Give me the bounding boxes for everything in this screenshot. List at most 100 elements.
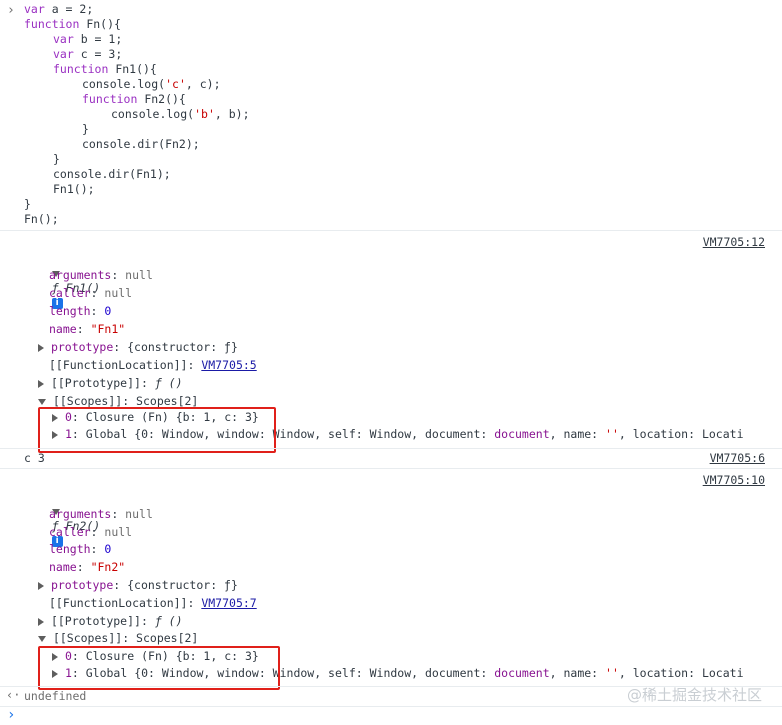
code-line: } — [82, 122, 89, 137]
code-line: function Fn2(){ — [82, 92, 186, 107]
log-message: c 3 — [24, 451, 45, 465]
console-input[interactable] — [22, 707, 762, 723]
property-row-expanded[interactable]: [[Scopes]]: Scopes[2] — [38, 631, 782, 646]
property-value: null — [104, 286, 133, 300]
code-text: } — [53, 152, 60, 166]
console-input-prompt-icon[interactable]: › — [7, 707, 15, 723]
property-value: '' — [605, 427, 619, 441]
property-row: [[FunctionLocation]]: VM7705:5 — [49, 358, 782, 373]
expand-triangle-icon[interactable] — [38, 398, 46, 405]
code-line: Fn(); — [24, 212, 59, 227]
function-location-link[interactable]: VM7705:5 — [201, 358, 256, 372]
property-row: caller: null — [49, 286, 133, 300]
property-value: , name: — [549, 666, 606, 680]
code-text: Fn2(){ — [137, 92, 186, 106]
code-text: console.dir(Fn2); — [82, 137, 200, 151]
property-row-expandable[interactable]: [[Prototype]]: ƒ () — [38, 376, 782, 391]
code-string: 'b' — [194, 107, 215, 121]
code-text: b = 1; — [73, 32, 123, 46]
object-header[interactable]: ƒ Fn1() i — [24, 251, 782, 309]
console-entry-log-c: c 3 VM7705:6 — [0, 450, 782, 468]
property-value: {constructor: ƒ} — [127, 578, 238, 592]
property-key: [[Prototype]] — [50, 376, 141, 390]
property-key: name — [49, 560, 77, 574]
property-row: arguments: null — [49, 507, 153, 521]
property-row: caller: null — [49, 525, 133, 539]
expand-triangle-icon[interactable] — [38, 379, 44, 388]
property-value: ƒ () — [154, 614, 183, 628]
expand-triangle-icon[interactable] — [38, 617, 44, 626]
highlight-box — [38, 646, 280, 690]
property-key: [[Scopes]] — [52, 631, 123, 645]
source-link[interactable]: VM7705:6 — [710, 451, 765, 465]
code-text: ; — [86, 2, 94, 16]
code-line: console.dir(Fn2); — [82, 137, 200, 152]
property-value: , name: — [549, 427, 606, 441]
object-header[interactable]: ƒ Fn2() i — [24, 489, 782, 547]
code-keyword: function — [24, 17, 80, 31]
property-value: , location: Locati — [618, 427, 744, 441]
code-keyword: var — [24, 2, 45, 16]
code-string: 'c' — [165, 77, 186, 91]
code-line: var c = 3; — [53, 47, 122, 62]
code-text: console.log( — [82, 77, 166, 91]
expand-triangle-icon[interactable] — [38, 581, 44, 590]
property-value: {constructor: ƒ} — [127, 340, 238, 354]
divider — [0, 448, 782, 449]
property-row: name: "Fn1" — [49, 322, 126, 336]
property-key: caller — [49, 525, 91, 539]
code-text: , b); — [214, 107, 250, 121]
property-key: [[FunctionLocation]]: — [49, 358, 202, 372]
property-key: arguments — [49, 268, 112, 282]
property-value: , location: Locati — [618, 666, 744, 680]
property-key: prototype — [50, 578, 114, 592]
property-value: '' — [605, 666, 619, 680]
property-row-expandable[interactable]: [[Prototype]]: ƒ () — [38, 614, 782, 629]
code-line: console.log('c', c); — [82, 77, 221, 92]
property-row-expandable[interactable]: prototype: {constructor: ƒ} — [38, 578, 782, 593]
property-row: name: "Fn2" — [49, 560, 126, 574]
code-text: console.log( — [111, 107, 195, 121]
code-text: console.dir(Fn1); — [53, 167, 171, 181]
code-text: c = 3; — [73, 47, 123, 61]
source-link[interactable]: VM7705:12 — [703, 235, 765, 249]
code-text: } — [24, 197, 31, 211]
property-value: 0 — [104, 542, 112, 556]
code-text: Fn(){ — [79, 17, 121, 31]
code-text: Fn(); — [24, 212, 59, 226]
property-value: "Fn1" — [90, 322, 126, 336]
code-line: function Fn1(){ — [53, 62, 157, 77]
property-value: document — [494, 427, 550, 441]
property-value: "Fn2" — [90, 560, 126, 574]
property-key: [[Scopes]] — [52, 394, 123, 408]
highlight-box — [38, 407, 276, 453]
code-keyword: function — [53, 62, 109, 76]
code-line: function Fn(){ — [24, 17, 121, 32]
code-text: } — [82, 122, 89, 136]
code-input-block[interactable]: var a = 2; function Fn(){var b = 1; var c … — [0, 2, 782, 228]
watermark: @稀土掘金技术社区 — [626, 686, 762, 704]
property-value: Scopes[2] — [136, 394, 199, 408]
property-row: length: 0 — [49, 542, 112, 556]
property-key: [[FunctionLocation]]: — [49, 596, 202, 610]
property-value: null — [125, 268, 153, 282]
property-key: prototype — [50, 340, 114, 354]
code-keyword: function — [82, 92, 138, 106]
code-line: } — [53, 152, 60, 167]
code-line: var a = 2; — [24, 2, 93, 17]
expand-triangle-icon[interactable] — [38, 343, 44, 352]
expand-triangle-icon[interactable] — [38, 635, 46, 642]
function-location-link[interactable]: VM7705:7 — [201, 596, 256, 610]
code-line: console.log('b', b); — [111, 107, 250, 122]
property-row-expandable[interactable]: prototype: {constructor: ƒ} — [38, 340, 782, 355]
source-link[interactable]: VM7705:10 — [703, 473, 765, 487]
code-text: Fn1(){ — [108, 62, 157, 76]
property-value: null — [125, 507, 153, 521]
code-line: } — [24, 197, 31, 212]
property-key: name — [49, 322, 77, 336]
code-keyword: var — [53, 47, 74, 61]
property-key: length — [49, 542, 91, 556]
property-value: document — [494, 666, 550, 680]
result-arrow-icon: ‹· — [6, 688, 21, 702]
property-key: arguments — [49, 507, 112, 521]
